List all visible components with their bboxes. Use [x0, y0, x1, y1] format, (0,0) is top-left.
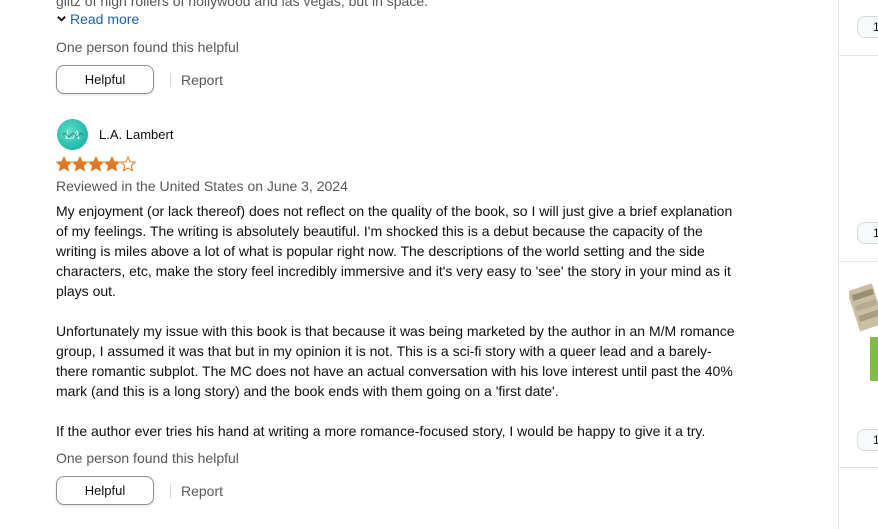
helpful-count-text: One person found this helpful	[56, 450, 239, 466]
star-empty-icon	[120, 156, 136, 172]
quantity-pill[interactable]: 1	[857, 429, 878, 451]
read-more-label: Read more	[70, 11, 140, 27]
review-paragraph: Unfortunately my issue with this book is…	[56, 323, 735, 399]
divider	[170, 484, 171, 498]
product-thumbnail[interactable]	[847, 283, 878, 383]
quantity-pill[interactable]: 1	[857, 222, 878, 244]
divider	[839, 261, 878, 262]
reviewer-name[interactable]: L.A. Lambert	[99, 127, 173, 143]
review-paragraph: My enjoyment (or lack thereof) does not …	[56, 203, 733, 299]
quantity-pill[interactable]: 1	[857, 16, 878, 38]
star-filled-icon	[88, 156, 104, 172]
review-body: My enjoyment (or lack thereof) does not …	[56, 201, 736, 441]
star-filled-icon	[72, 156, 88, 172]
side-panel: 1 1 1	[839, 0, 878, 529]
avatar[interactable]: LA	[57, 119, 88, 150]
helpful-button[interactable]: Helpful	[56, 476, 154, 505]
divider	[839, 55, 878, 56]
report-link[interactable]: Report	[181, 482, 223, 500]
read-more-link[interactable]: Read more	[56, 10, 139, 28]
star-filled-icon	[104, 156, 120, 172]
helpful-button[interactable]: Helpful	[56, 65, 154, 94]
chevron-down-icon	[56, 10, 67, 28]
reviews-list: glitz of high rollers of hollywood and l…	[0, 0, 838, 529]
review-paragraph: If the author ever tries his hand at wri…	[56, 423, 706, 439]
review-date: Reviewed in the United States on June 3,…	[56, 178, 348, 194]
divider	[839, 467, 878, 468]
divider	[170, 73, 171, 87]
star-rating[interactable]	[56, 156, 136, 172]
helpful-count-text: One person found this helpful	[56, 39, 239, 55]
star-filled-icon	[56, 156, 72, 172]
report-link[interactable]: Report	[181, 71, 223, 89]
